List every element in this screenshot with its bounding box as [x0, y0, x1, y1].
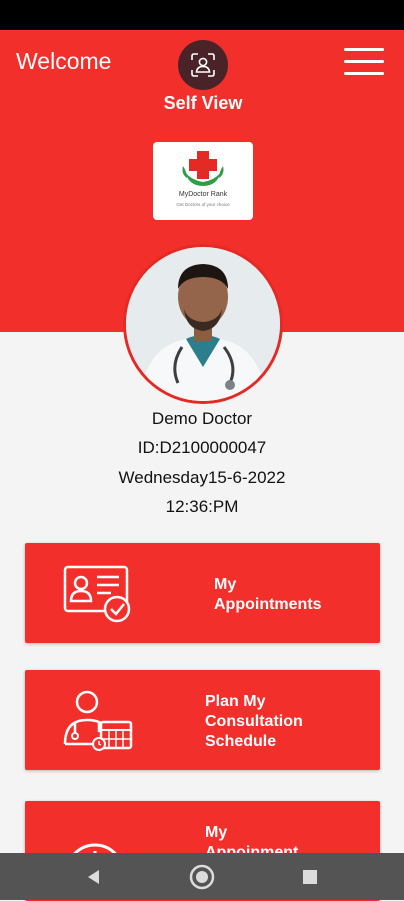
doctor-name: Demo Doctor [151, 409, 253, 428]
system-nav-bar [0, 853, 404, 900]
current-time: 12:36:PM [165, 497, 239, 516]
medical-cross-logo-icon [182, 151, 224, 186]
doctor-schedule-icon [63, 690, 133, 751]
self-view-button[interactable] [178, 40, 228, 90]
doctor-id: ID:D2100000047 [137, 438, 267, 457]
recents-icon[interactable] [300, 867, 320, 887]
face-scan-icon [191, 53, 215, 77]
plan-consultation-label: Plan My Consultation Schedule [205, 693, 303, 750]
back-icon[interactable] [84, 867, 104, 887]
plan-consultation-schedule-button[interactable]: Plan My Consultation Schedule [25, 670, 380, 770]
logo-name: MyDoctor Rank [178, 191, 228, 198]
status-bar [0, 0, 404, 30]
app-logo: MyDoctor Rank Get Doctors of your choice [153, 142, 253, 220]
welcome-text: Welcome [16, 48, 112, 74]
avatar [123, 244, 283, 404]
appointment-card-icon [63, 565, 131, 623]
my-appointments-button[interactable]: My Appointments [25, 543, 380, 643]
self-view-label[interactable]: Self View [150, 93, 256, 114]
hamburger-menu-icon[interactable] [344, 46, 386, 78]
my-appointments-label: My Appointments [214, 576, 322, 613]
home-icon[interactable] [188, 863, 216, 891]
current-date: Wednesday15-6-2022 [118, 468, 286, 487]
doctor-photo-icon [126, 247, 280, 401]
logo-tagline: Get Doctors of your choice [176, 202, 230, 207]
